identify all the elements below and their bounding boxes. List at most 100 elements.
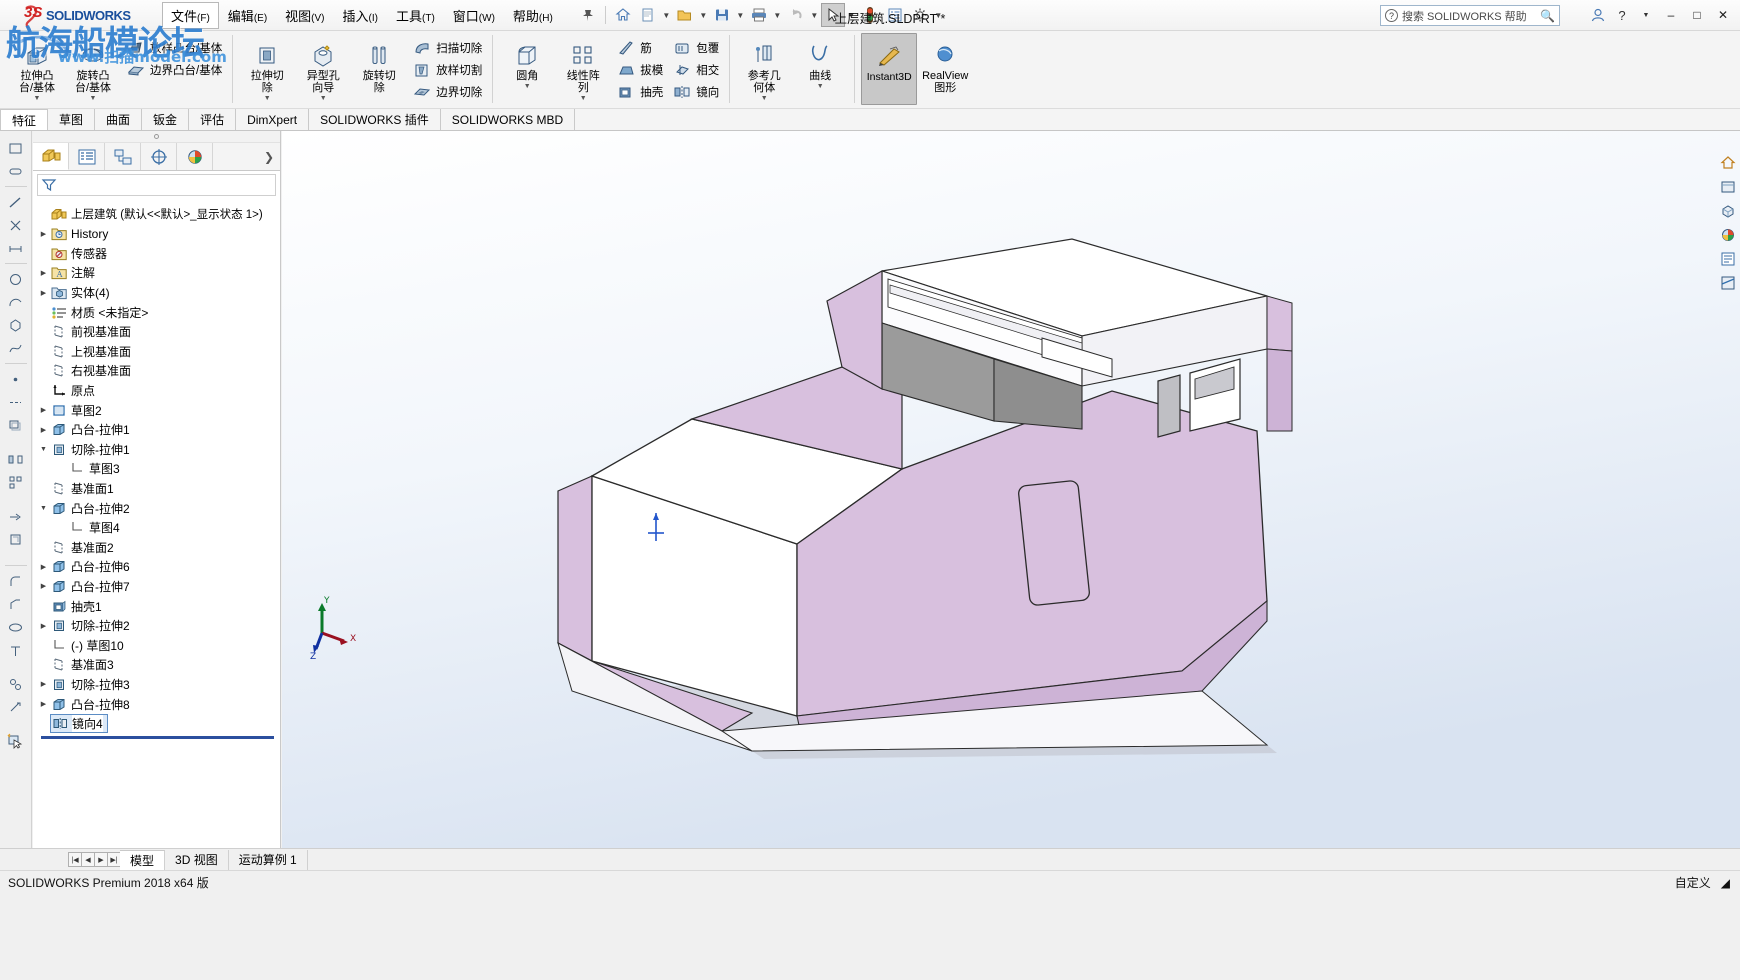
pin-icon[interactable] (576, 3, 600, 27)
sketch-repair-icon[interactable] (4, 696, 28, 718)
restore-button[interactable]: □ (1686, 4, 1708, 26)
expand-arrow-icon[interactable]: ▶ (37, 563, 50, 571)
revolved-boss-dropdown-icon[interactable]: ▼ (90, 95, 97, 102)
linear-pattern-button[interactable]: 线性阵列 ▼ (555, 33, 611, 105)
sketch-offset-icon[interactable] (4, 414, 28, 436)
open-caret-icon[interactable]: ▼ (698, 3, 709, 27)
sketch-ellipse-icon[interactable] (4, 616, 28, 638)
bottom-tab-model[interactable]: 模型 (120, 849, 166, 870)
extruded-cut-dropdown-icon[interactable]: ▼ (264, 95, 271, 102)
tree-item-sketch4[interactable]: 草图4 (37, 518, 280, 538)
tree-item-material[interactable]: 材质 <未指定> (37, 302, 280, 322)
select-tool-icon[interactable] (820, 3, 845, 27)
collapse-arrow-icon[interactable]: ▼ (37, 505, 50, 512)
linear-pattern-dropdown-icon[interactable]: ▼ (580, 95, 587, 102)
tree-item-history[interactable]: ▶ History (37, 224, 280, 244)
tree-item-origin[interactable]: 原点 (37, 381, 280, 401)
next-tab-button[interactable]: ▶ (94, 852, 108, 867)
tree-item-cut-extrude3[interactable]: ▶ 切除-拉伸3 (37, 675, 280, 695)
sketch-trim-icon[interactable] (4, 214, 28, 236)
save-caret-icon[interactable]: ▼ (735, 3, 746, 27)
menu-item-window[interactable]: 窗口(W) (444, 2, 504, 29)
boundary-cut-button[interactable]: 边界切除 (407, 81, 486, 103)
tree-item-mirror4[interactable]: 镜向4 (37, 714, 280, 734)
close-button[interactable]: ✕ (1712, 4, 1734, 26)
tree-item-right-plane[interactable]: 右视基准面 (37, 361, 280, 381)
help-icon[interactable]: ? (1612, 4, 1632, 26)
sketch-rect-icon[interactable] (4, 137, 28, 159)
reference-geometry-button[interactable]: 参考几 何体 ▼ (736, 33, 792, 105)
dimxpert-manager-tab[interactable] (141, 143, 177, 170)
undo-caret-icon[interactable]: ▼ (809, 3, 820, 27)
boundary-boss-base-button[interactable]: 边界凸台/基体 (121, 59, 226, 81)
tree-item-cut-extrude1[interactable]: ▼ 切除-拉伸1 (37, 440, 280, 460)
print-caret-icon[interactable]: ▼ (772, 3, 783, 27)
view-section-pane-icon[interactable] (1718, 273, 1738, 293)
tree-item-sketch2[interactable]: ▶ 草图2 (37, 400, 280, 420)
new-sketch-cursor-icon[interactable] (4, 730, 28, 752)
panel-more-tabs-icon[interactable]: ❯ (258, 143, 280, 170)
sketch-slot-icon[interactable] (4, 160, 28, 182)
first-tab-button[interactable]: |◀ (68, 852, 82, 867)
expand-arrow-icon[interactable]: ▶ (37, 622, 50, 630)
revolved-boss-base-button[interactable]: 旋转凸 台/基体 ▼ (65, 33, 121, 105)
collapse-arrow-icon[interactable]: ▼ (37, 446, 50, 453)
tree-item-boss-extrude2[interactable]: ▼ 凸台-拉伸2 (37, 498, 280, 518)
tree-item-shell1[interactable]: 抽壳1 (37, 596, 280, 616)
tab-sheet-metal[interactable]: 钣金 (142, 109, 190, 130)
extruded-boss-dropdown-icon[interactable]: ▼ (34, 95, 41, 102)
sketch-spline-icon[interactable] (4, 337, 28, 359)
mirror-button[interactable]: 镜向 (667, 81, 723, 103)
panel-drag-handle[interactable] (33, 131, 280, 143)
tab-surfaces[interactable]: 曲面 (95, 109, 143, 130)
menu-item-view[interactable]: 视图(V) (276, 2, 333, 29)
sketch-polygon-icon[interactable] (4, 314, 28, 336)
tree-item-annotations[interactable]: ▶ A 注解 (37, 263, 280, 283)
menu-item-file[interactable]: 文件(F) (162, 1, 219, 29)
tree-item-boss-extrude8[interactable]: ▶ 凸台-拉伸8 (37, 694, 280, 714)
tab-dimxpert[interactable]: DimXpert (236, 109, 310, 130)
view-display-pane-icon[interactable] (1718, 249, 1738, 269)
sketch-text-icon[interactable] (4, 639, 28, 661)
tree-item-boss-extrude7[interactable]: ▶ 凸台-拉伸7 (37, 577, 280, 597)
last-tab-button[interactable]: ▶| (107, 852, 121, 867)
new-document-icon[interactable] (636, 3, 660, 27)
hole-wizard-dropdown-icon[interactable]: ▼ (320, 95, 327, 102)
feature-tree-filter-input[interactable] (37, 174, 276, 196)
menu-item-help[interactable]: 帮助(H) (504, 2, 562, 29)
expand-arrow-icon[interactable]: ▶ (37, 406, 50, 414)
print-icon[interactable] (747, 3, 771, 27)
view-home-icon[interactable] (1718, 153, 1738, 173)
curves-button[interactable]: 曲线 ▼ (792, 33, 848, 105)
extruded-boss-base-button[interactable]: 拉伸凸 台/基体 ▼ (9, 33, 65, 105)
view-front-icon[interactable] (1718, 177, 1738, 197)
sketch-convert-icon[interactable] (4, 528, 28, 550)
sketch-line-icon[interactable] (4, 191, 28, 213)
swept-cut-button[interactable]: 扫描切除 (407, 37, 486, 59)
view-appearance-icon[interactable] (1718, 225, 1738, 245)
menu-item-edit[interactable]: 编辑(E) (219, 2, 276, 29)
home-icon[interactable] (611, 3, 635, 27)
tree-root-item[interactable]: 上层建筑 (默认<<默认>_显示状态 1>) (37, 203, 280, 224)
revolved-cut-button[interactable]: 旋转切除 ▼ (351, 33, 407, 105)
tree-item-plane2[interactable]: 基准面2 (37, 538, 280, 558)
intersect-button[interactable]: 相交 (667, 59, 723, 81)
undo-icon[interactable] (784, 3, 808, 27)
tree-item-cut-extrude2[interactable]: ▶ 切除-拉伸2 (37, 616, 280, 636)
tab-evaluate[interactable]: 评估 (189, 109, 237, 130)
expand-arrow-icon[interactable]: ▶ (37, 269, 50, 277)
configuration-manager-tab[interactable] (105, 143, 141, 170)
sketch-centerline-icon[interactable] (4, 391, 28, 413)
hole-wizard-button[interactable]: 异型孔 向导 ▼ (295, 33, 351, 105)
expand-arrow-icon[interactable]: ▶ (37, 680, 50, 688)
open-icon[interactable] (673, 3, 697, 27)
display-manager-tab[interactable] (177, 143, 213, 170)
sketch-fillet-corner-icon[interactable] (4, 570, 28, 592)
bottom-tab-3d-views[interactable]: 3D 视图 (165, 849, 229, 870)
status-bar-grip-icon[interactable]: ◢ (1721, 876, 1730, 890)
graphics-area[interactable]: Y X Z (282, 131, 1740, 848)
model-viewport[interactable]: Y X Z (282, 131, 1740, 848)
menu-item-tools[interactable]: 工具(T) (387, 2, 444, 29)
rebuild-status-icon[interactable] (858, 3, 882, 27)
prev-tab-button[interactable]: ◀ (81, 852, 95, 867)
